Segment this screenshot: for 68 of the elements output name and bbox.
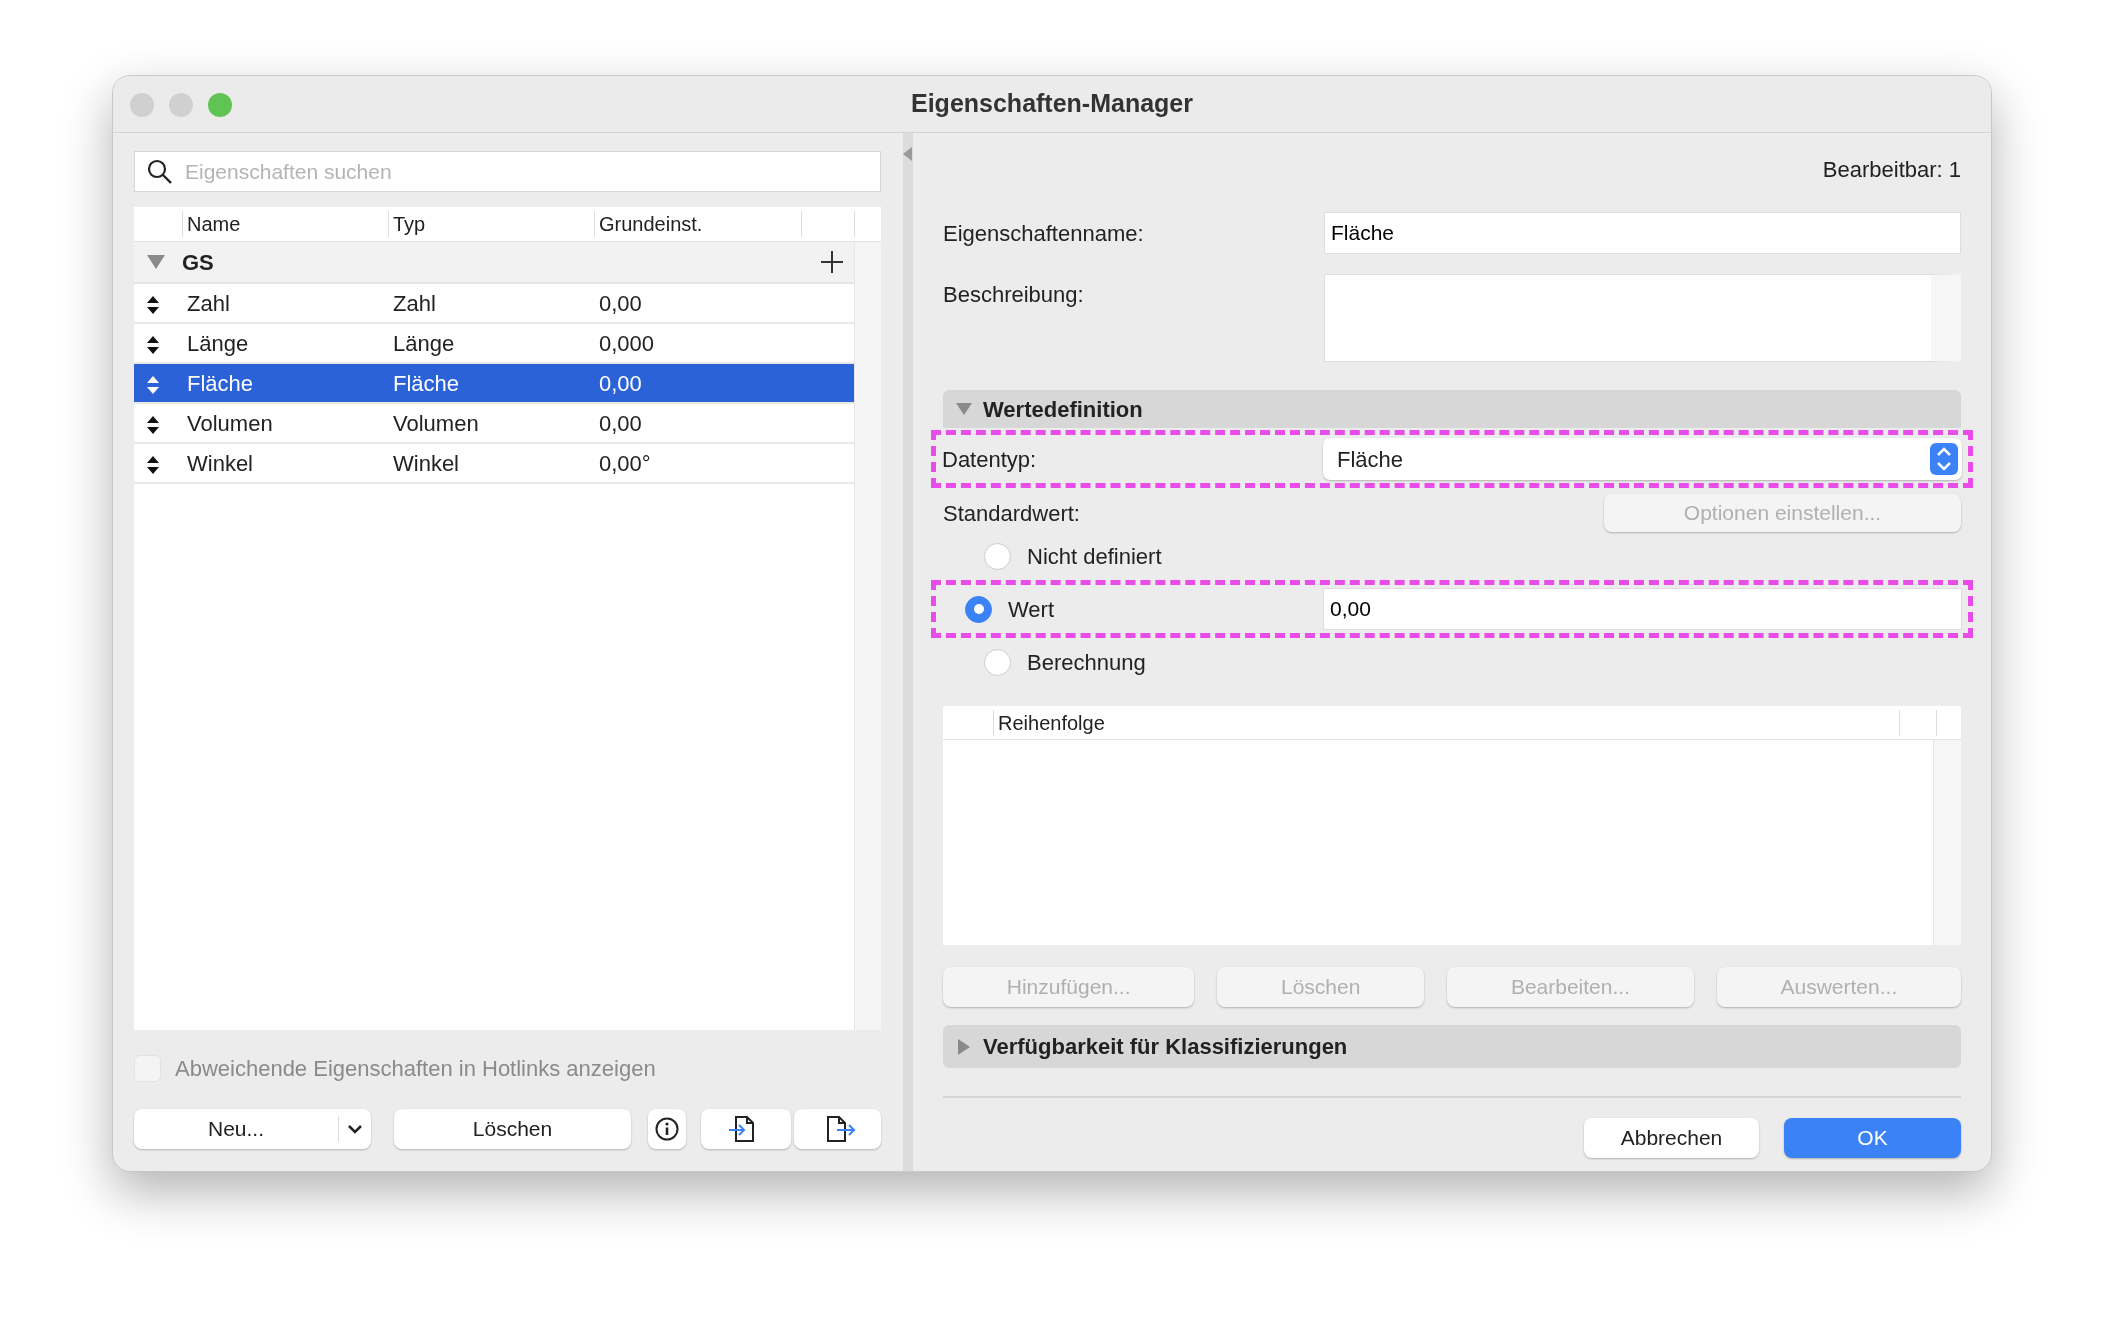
table-cell-text: 0,00	[598, 369, 643, 398]
section-title: Verfügbarkeit für Klassifizierungen	[983, 1033, 1348, 1061]
ok-button[interactable]: OK	[1784, 1118, 1961, 1158]
info-icon	[655, 1117, 679, 1141]
table-cell-text: Zahl	[392, 289, 437, 318]
radio-label: Berechnung	[1027, 648, 1146, 677]
table-cell-text: 0,000	[598, 329, 656, 358]
table-cell-text: Winkel	[392, 449, 460, 478]
table-cell-text: 0,00	[598, 289, 643, 318]
chevron-down-icon[interactable]	[347, 1123, 363, 1135]
field-label: Beschreibung:	[943, 281, 1085, 309]
sort-arrows-icon	[146, 374, 160, 395]
radio-label: Nicht definiert	[1027, 542, 1162, 571]
description-field[interactable]	[1324, 274, 1961, 362]
field-label: Standardwert:	[943, 499, 1080, 528]
table-cell-text: 0,00°	[598, 449, 652, 478]
column-header[interactable]: Grundeinst.	[594, 211, 801, 237]
checkbox-label: Abweichende Eigenschaften in Hotlinks anzeigen	[175, 1055, 656, 1083]
editable-count: Bearbeitbar: 1	[1822, 156, 1961, 184]
plus-icon[interactable]	[820, 250, 844, 274]
table-cell-text: Volumen	[392, 409, 480, 438]
cancel-button[interactable]: Abbrechen	[1584, 1118, 1759, 1158]
close-button[interactable]	[130, 93, 154, 117]
table-cell-text: Zahl	[186, 289, 231, 318]
radio-button[interactable]	[965, 595, 992, 623]
import-button[interactable]	[701, 1109, 791, 1149]
table-cell-text: Winkel	[186, 449, 254, 478]
minimize-button[interactable]	[169, 93, 193, 117]
sort-arrows-icon	[146, 294, 160, 315]
table-cell-text: Fläche	[186, 369, 255, 398]
table-row[interactable]: Zahl Zahl 0,00	[134, 284, 854, 324]
table-cell-text: Länge	[392, 329, 456, 358]
collapse-arrow-icon[interactable]	[903, 147, 912, 161]
column-header[interactable]: Typ	[388, 211, 594, 237]
delete-button[interactable]: Löschen	[394, 1109, 631, 1149]
group-name: GS	[182, 248, 215, 277]
new-split-button[interactable]: Neu...	[134, 1109, 371, 1149]
table-cell-text: Volumen	[186, 409, 274, 438]
zoom-button[interactable]	[208, 93, 232, 117]
field-label: Eigenschaftenname:	[943, 219, 1145, 248]
table-cell-text: Fläche	[392, 369, 461, 398]
radio-button[interactable]	[984, 648, 1011, 676]
text-field[interactable]: Fläche	[1324, 212, 1961, 254]
column-header[interactable]: Name	[182, 211, 388, 237]
column-header[interactable]: Reihenfolge	[993, 709, 1899, 736]
sort-arrows-icon	[146, 454, 160, 475]
section-header[interactable]: Wertedefinition	[943, 390, 1961, 428]
datatype-select[interactable]: Fläche	[1323, 438, 1962, 480]
sort-arrows-icon	[146, 414, 160, 435]
info-button[interactable]	[648, 1109, 686, 1149]
field-label: Datentyp:	[942, 445, 1038, 474]
table-cell-text: 0,00	[598, 409, 643, 438]
window-title: Eigenschaften-Manager	[911, 88, 1193, 120]
group-row[interactable]: GS	[134, 242, 854, 284]
search-icon	[147, 158, 173, 185]
sort-arrows-icon	[146, 334, 160, 355]
search-bar[interactable]: Eigenschaften suchen	[134, 151, 881, 192]
table-row[interactable]: Winkel Winkel 0,00°	[134, 444, 854, 484]
export-button[interactable]	[794, 1109, 881, 1149]
value-field[interactable]: 0,00	[1323, 588, 1962, 630]
section-title: Wertedefinition	[983, 395, 1143, 424]
section-header[interactable]: Verfügbarkeit für Klassifizierungen	[943, 1025, 1961, 1068]
table-cell-text: Länge	[186, 329, 250, 358]
table-row[interactable]: Fläche Fläche 0,00	[134, 364, 854, 404]
radio-label: Wert	[1008, 595, 1055, 624]
up-down-chevron-icon	[1930, 443, 1958, 475]
radio-button[interactable]	[984, 542, 1011, 570]
table-row[interactable]: Volumen Volumen 0,00	[134, 404, 854, 444]
